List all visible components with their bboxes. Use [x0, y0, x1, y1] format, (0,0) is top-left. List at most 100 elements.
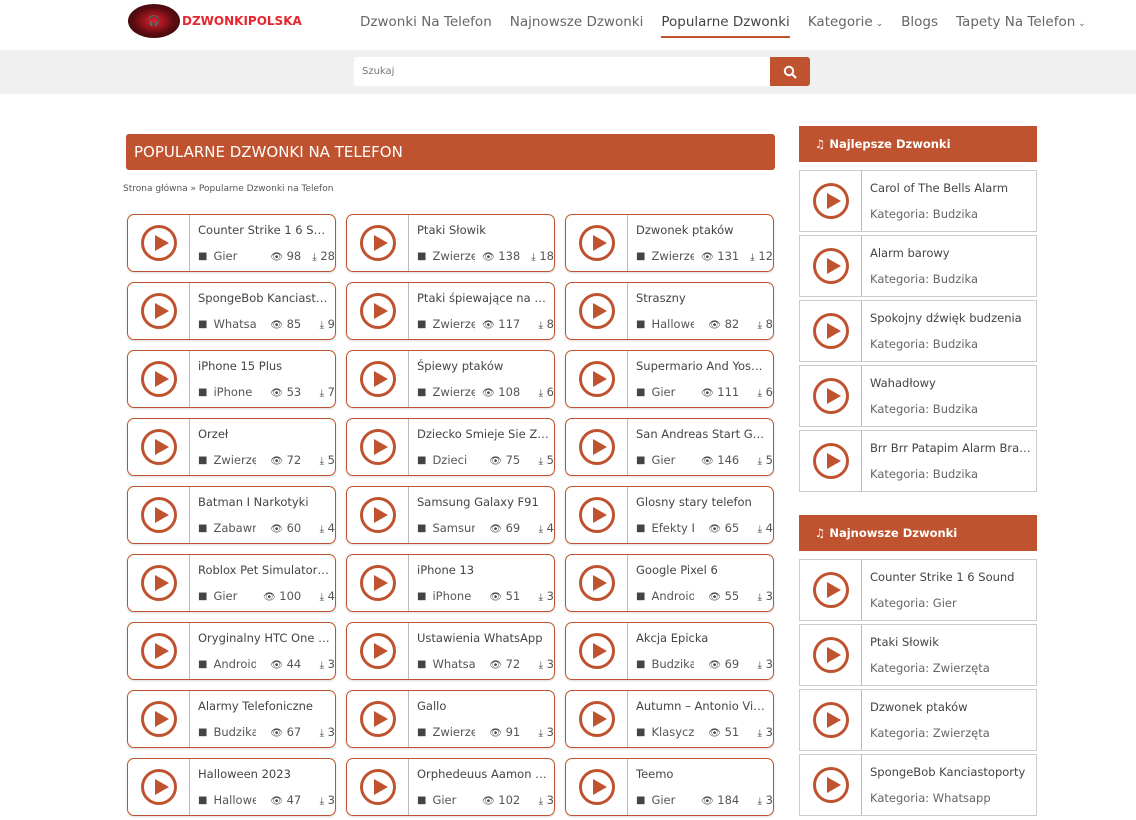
sidebar-ringtone-item[interactable]: Ptaki Słowik Kategoria: Zwierzęta: [799, 624, 1037, 686]
play-button[interactable]: [347, 487, 409, 543]
ringtone-title[interactable]: iPhone 13: [417, 563, 554, 577]
play-button[interactable]: [566, 555, 628, 611]
ringtone-title[interactable]: iPhone 15 Plus: [198, 359, 335, 373]
ringtone-title[interactable]: Dziecko Smieje Sie Z Pi...: [417, 427, 554, 441]
ringtone-category[interactable]: Zwierzęta: [432, 385, 474, 399]
ringtone-category[interactable]: Halloween: [651, 317, 693, 331]
ringtone-title[interactable]: Counter Strike 1 6 Sound: [198, 223, 335, 237]
ringtone-title[interactable]: Wahadłowy: [870, 376, 1036, 390]
nav-link[interactable]: Blogs: [901, 14, 938, 38]
ringtone-title[interactable]: Straszny: [636, 291, 773, 305]
ringtone-title[interactable]: Spokojny dźwięk budzenia: [870, 311, 1036, 325]
ringtone-category[interactable]: Zwierzęta: [651, 249, 693, 263]
ringtone-category[interactable]: Zwierzęta: [213, 453, 255, 467]
ringtone-category[interactable]: Gier: [651, 385, 675, 399]
play-button[interactable]: [566, 419, 628, 475]
ringtone-card[interactable]: Akcja Epicka ■Budzika 👁 69 ⤓ 3: [565, 622, 774, 680]
ringtone-title[interactable]: Ustawienia WhatsApp: [417, 631, 554, 645]
ringtone-title[interactable]: Śpiewy ptaków: [417, 359, 554, 373]
ringtone-category[interactable]: Gier: [213, 589, 237, 603]
ringtone-card[interactable]: Halloween 2023 ■Halloween 👁 47 ⤓ 3: [127, 758, 336, 816]
play-button[interactable]: [128, 555, 190, 611]
ringtone-title[interactable]: Orphedeuus Aamon F...: [417, 767, 554, 781]
nav-link[interactable]: Tapety Na Telefon ⌄: [956, 14, 1086, 38]
ringtone-category[interactable]: Gier: [213, 249, 237, 263]
sidebar-ringtone-item[interactable]: Counter Strike 1 6 Sound Kategoria: Gier: [799, 559, 1037, 621]
ringtone-title[interactable]: San Andreas Start Game: [636, 427, 773, 441]
ringtone-title[interactable]: Dzwonek ptaków: [636, 223, 773, 237]
play-button[interactable]: [347, 215, 409, 271]
play-button[interactable]: [800, 171, 862, 231]
ringtone-card[interactable]: Counter Strike 1 6 Sound ■Gier 👁 98 ⤓ 28: [127, 214, 336, 272]
ringtone-title[interactable]: Ptaki Słowik: [870, 635, 1036, 649]
play-button[interactable]: [800, 301, 862, 361]
ringtone-card[interactable]: Ptaki śpiewające na zewnątrz ■Zwierzęta …: [346, 282, 555, 340]
ringtone-category[interactable]: Dzieci: [432, 453, 467, 467]
ringtone-title[interactable]: Dzwonek ptaków: [870, 700, 1036, 714]
search-input[interactable]: [354, 57, 770, 86]
sidebar-ringtone-item[interactable]: Alarm barowy Kategoria: Budzika: [799, 235, 1037, 297]
play-button[interactable]: [347, 691, 409, 747]
sidebar-ringtone-item[interactable]: Brr Brr Patapim Alarm Brainrot Kategoria…: [799, 430, 1037, 492]
play-button[interactable]: [128, 759, 190, 815]
ringtone-card[interactable]: iPhone 13 ■iPhone 👁 51 ⤓ 3: [346, 554, 555, 612]
ringtone-category[interactable]: Zabawne: [213, 521, 255, 535]
nav-link[interactable]: Dzwonki Na Telefon: [360, 14, 492, 38]
play-button[interactable]: [347, 419, 409, 475]
sidebar-ringtone-item[interactable]: Wahadłowy Kategoria: Budzika: [799, 365, 1037, 427]
ringtone-category[interactable]: Whatsapp: [432, 657, 474, 671]
play-button[interactable]: [566, 215, 628, 271]
ringtone-title[interactable]: Batman I Narkotyki: [198, 495, 335, 509]
play-button[interactable]: [347, 623, 409, 679]
ringtone-title[interactable]: SpongeBob Kanciastoporty: [870, 765, 1036, 779]
play-button[interactable]: [128, 351, 190, 407]
ringtone-card[interactable]: Glosny stary telefon ■Efekty D 👁 65 ⤓ 4: [565, 486, 774, 544]
ringtone-card[interactable]: Alarmy Telefoniczne ■Budzika 👁 67 ⤓ 3: [127, 690, 336, 748]
ringtone-category[interactable]: Zwierzęta: [432, 317, 474, 331]
ringtone-title[interactable]: Google Pixel 6: [636, 563, 773, 577]
play-button[interactable]: [566, 487, 628, 543]
nav-link[interactable]: Popularne Dzwonki: [661, 14, 789, 38]
ringtone-title[interactable]: Supermario And Yoshi Theme: [636, 359, 773, 373]
ringtone-category[interactable]: Efekty D: [651, 521, 693, 535]
ringtone-title[interactable]: Autumn – Antonio Vivaldi: [636, 699, 773, 713]
ringtone-card[interactable]: Samsung Galaxy F91 ■Samsung 👁 69 ⤓ 4: [346, 486, 555, 544]
play-button[interactable]: [128, 487, 190, 543]
ringtone-title[interactable]: Oryginalny HTC One M8: [198, 631, 335, 645]
play-button[interactable]: [566, 759, 628, 815]
ringtone-title[interactable]: SpongeBob Kanciastoporty: [198, 291, 335, 305]
ringtone-title[interactable]: Alarmy Telefoniczne: [198, 699, 335, 713]
ringtone-title[interactable]: Counter Strike 1 6 Sound: [870, 570, 1036, 584]
play-button[interactable]: [800, 236, 862, 296]
ringtone-card[interactable]: Autumn – Antonio Vivaldi ■Klasyczne 👁 51…: [565, 690, 774, 748]
play-button[interactable]: [128, 419, 190, 475]
sidebar-ringtone-item[interactable]: Spokojny dźwięk budzenia Kategoria: Budz…: [799, 300, 1037, 362]
play-button[interactable]: [566, 283, 628, 339]
ringtone-card[interactable]: Gallo ■Zwierzęta 👁 91 ⤓ 3: [346, 690, 555, 748]
ringtone-title[interactable]: Carol of The Bells Alarm: [870, 181, 1036, 195]
ringtone-category[interactable]: Whatsapp: [213, 317, 255, 331]
breadcrumb[interactable]: Strona główna » Popularne Dzwonki na Tel…: [123, 184, 333, 194]
sidebar-ringtone-item[interactable]: SpongeBob Kanciastoporty Kategoria: What…: [799, 754, 1037, 816]
ringtone-category[interactable]: Android: [213, 657, 255, 671]
ringtone-card[interactable]: Supermario And Yoshi Theme ■Gier 👁 111 ⤓…: [565, 350, 774, 408]
ringtone-title[interactable]: Orzeł: [198, 427, 335, 441]
ringtone-card[interactable]: Ustawienia WhatsApp ■Whatsapp 👁 72 ⤓ 3: [346, 622, 555, 680]
ringtone-card[interactable]: Google Pixel 6 ■Android 👁 55 ⤓ 3: [565, 554, 774, 612]
ringtone-category[interactable]: iPhone: [432, 589, 471, 603]
ringtone-card[interactable]: iPhone 15 Plus ■iPhone 👁 53 ⤓ 7: [127, 350, 336, 408]
ringtone-title[interactable]: Ptaki Słowik: [417, 223, 554, 237]
ringtone-card[interactable]: Straszny ■Halloween 👁 82 ⤓ 8: [565, 282, 774, 340]
ringtone-card[interactable]: Batman I Narkotyki ■Zabawne 👁 60 ⤓ 4: [127, 486, 336, 544]
ringtone-card[interactable]: SpongeBob Kanciastoporty ■Whatsapp 👁 85 …: [127, 282, 336, 340]
nav-link[interactable]: Najnowsze Dzwonki: [510, 14, 644, 38]
logo[interactable]: 🎧 DZWONKIPOLSKA: [128, 4, 302, 38]
play-button[interactable]: [800, 625, 862, 685]
play-button[interactable]: [128, 215, 190, 271]
ringtone-category[interactable]: Gier: [651, 453, 675, 467]
ringtone-card[interactable]: Teemo ■Gier 👁 184 ⤓ 3: [565, 758, 774, 816]
ringtone-card[interactable]: Śpiewy ptaków ■Zwierzęta 👁 108 ⤓ 6: [346, 350, 555, 408]
ringtone-category[interactable]: Halloween: [213, 793, 255, 807]
ringtone-category[interactable]: iPhone: [213, 385, 252, 399]
ringtone-category[interactable]: Zwierzęta: [432, 249, 474, 263]
